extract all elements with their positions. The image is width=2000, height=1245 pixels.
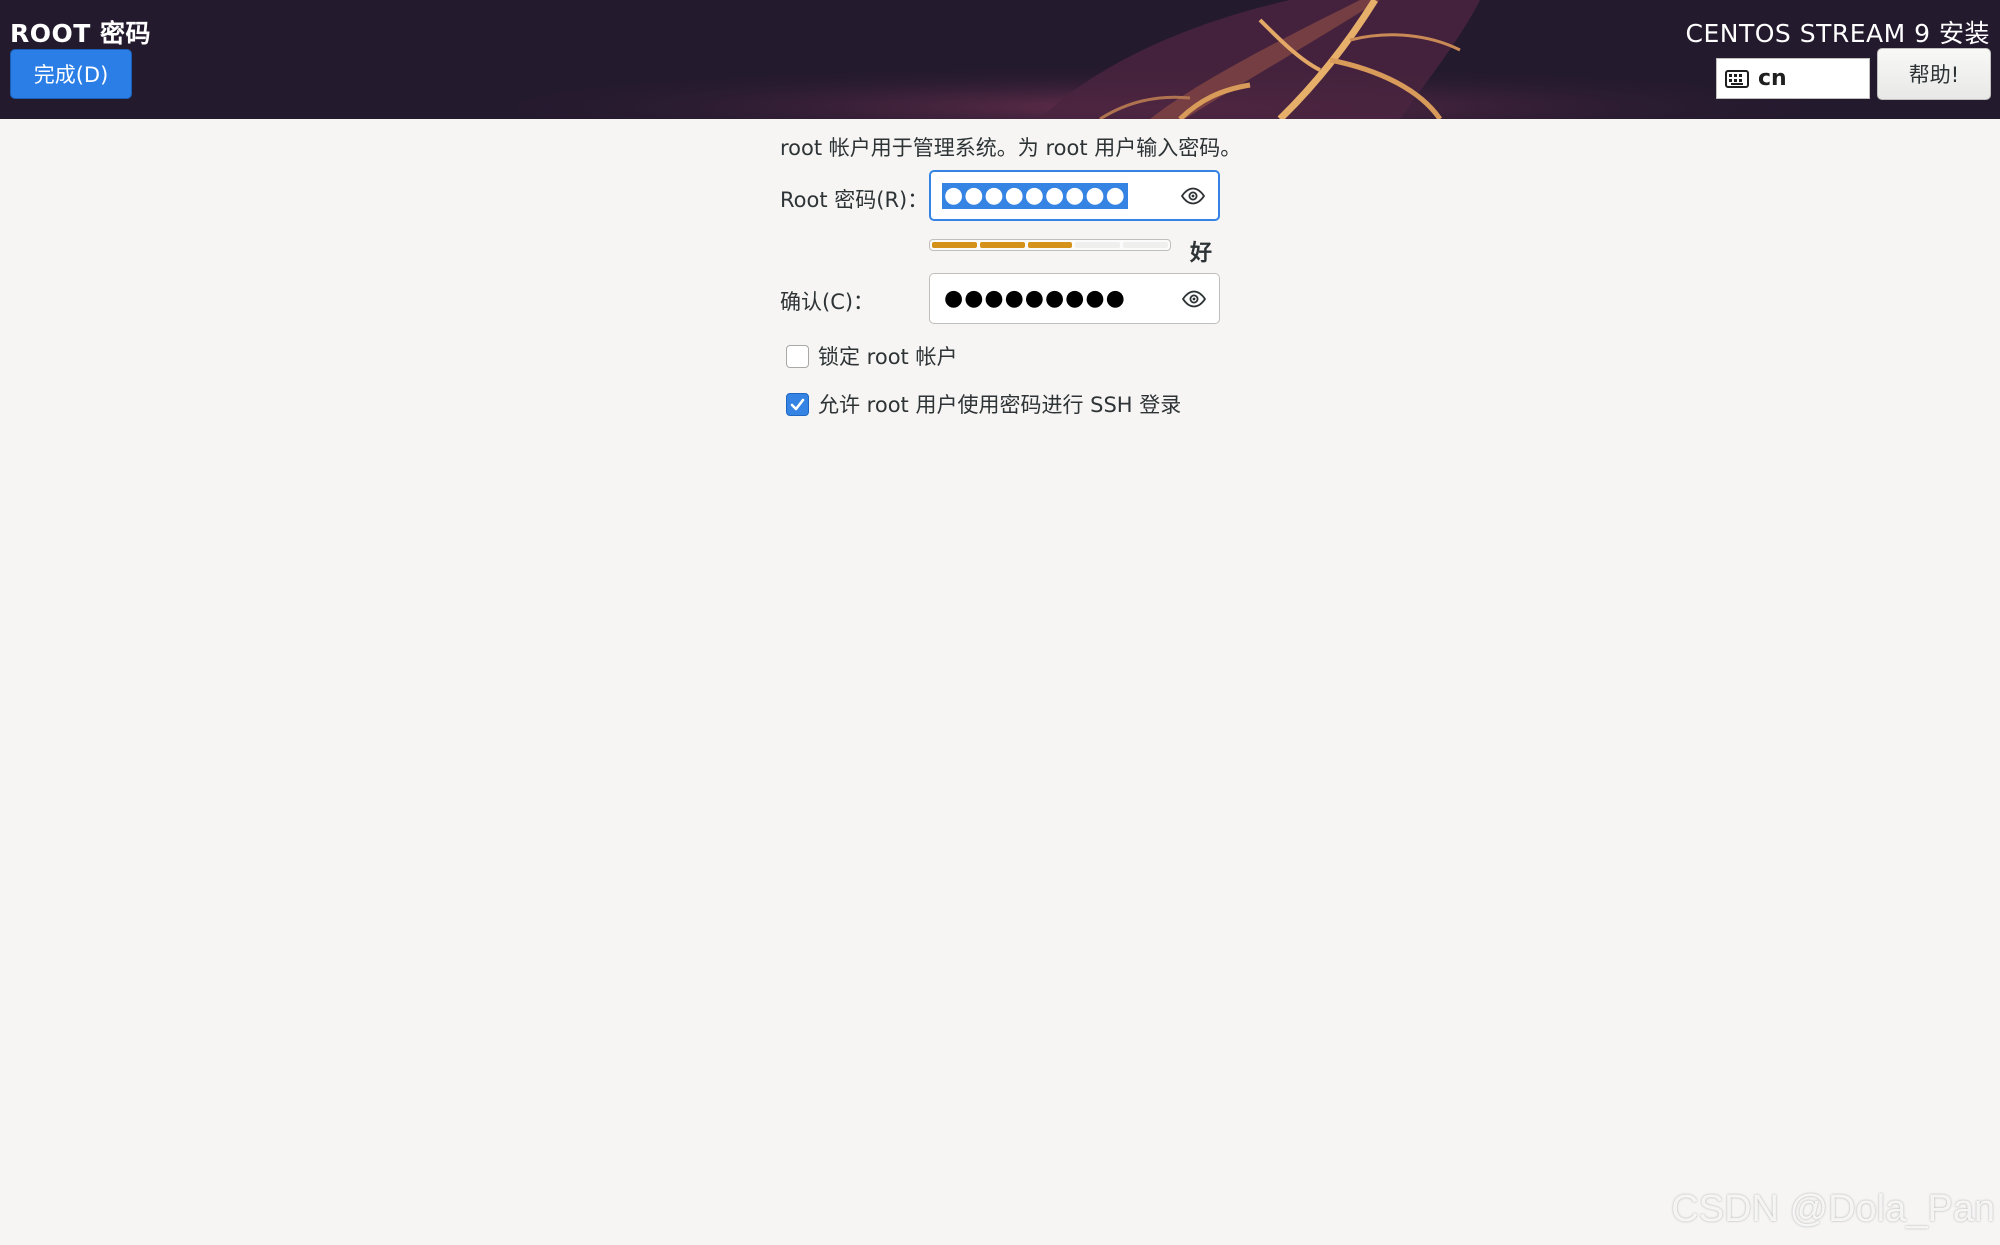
lock-root-row[interactable]: 锁定 root 帐户	[786, 341, 957, 371]
watermark: CSDN @Dola_Pan	[1671, 1188, 1995, 1230]
eye-icon[interactable]	[1181, 290, 1207, 308]
page-title: ROOT 密码	[10, 19, 152, 48]
check-icon	[790, 398, 805, 410]
allow-ssh-row[interactable]: 允许 root 用户使用密码进行 SSH 登录	[786, 389, 1181, 419]
keyboard-layout-indicator[interactable]: cn	[1716, 58, 1870, 99]
keyboard-icon	[1725, 69, 1749, 88]
root-password-label: Root 密码(R)：	[780, 188, 929, 212]
header-banner: ROOT 密码 完成(D) CENTOS STREAM 9 安装 cn 帮助!	[0, 0, 2000, 119]
intro-text: root 帐户用于管理系统。为 root 用户输入密码。	[780, 136, 1242, 160]
strength-segment	[1027, 242, 1073, 248]
strength-segment	[979, 242, 1025, 248]
strength-segment	[932, 242, 977, 248]
allow-ssh-checkbox[interactable]	[786, 392, 809, 416]
password-strength-label: 好	[1190, 241, 1213, 266]
strength-segment	[1123, 242, 1168, 248]
root-password-value: ●●●●●●●●●	[942, 182, 1128, 209]
confirm-password-input[interactable]: ●●●●●●●●●	[929, 273, 1220, 324]
product-title: CENTOS STREAM 9 安装	[1685, 19, 1990, 48]
confirm-password-label: 确认(C)：	[780, 290, 875, 314]
keyboard-layout-label: cn	[1758, 66, 1787, 91]
done-button[interactable]: 完成(D)	[10, 49, 132, 99]
eye-icon[interactable]	[1180, 187, 1206, 205]
root-password-input[interactable]: ●●●●●●●●●	[929, 170, 1220, 221]
password-strength-bar	[929, 239, 1171, 251]
lock-root-checkbox[interactable]	[786, 344, 809, 368]
allow-ssh-label[interactable]: 允许 root 用户使用密码进行 SSH 登录	[818, 389, 1181, 419]
strength-segment	[1075, 242, 1121, 248]
confirm-password-value: ●●●●●●●●●	[944, 285, 1126, 311]
lock-root-label[interactable]: 锁定 root 帐户	[818, 341, 957, 371]
help-button[interactable]: 帮助!	[1877, 48, 1991, 100]
